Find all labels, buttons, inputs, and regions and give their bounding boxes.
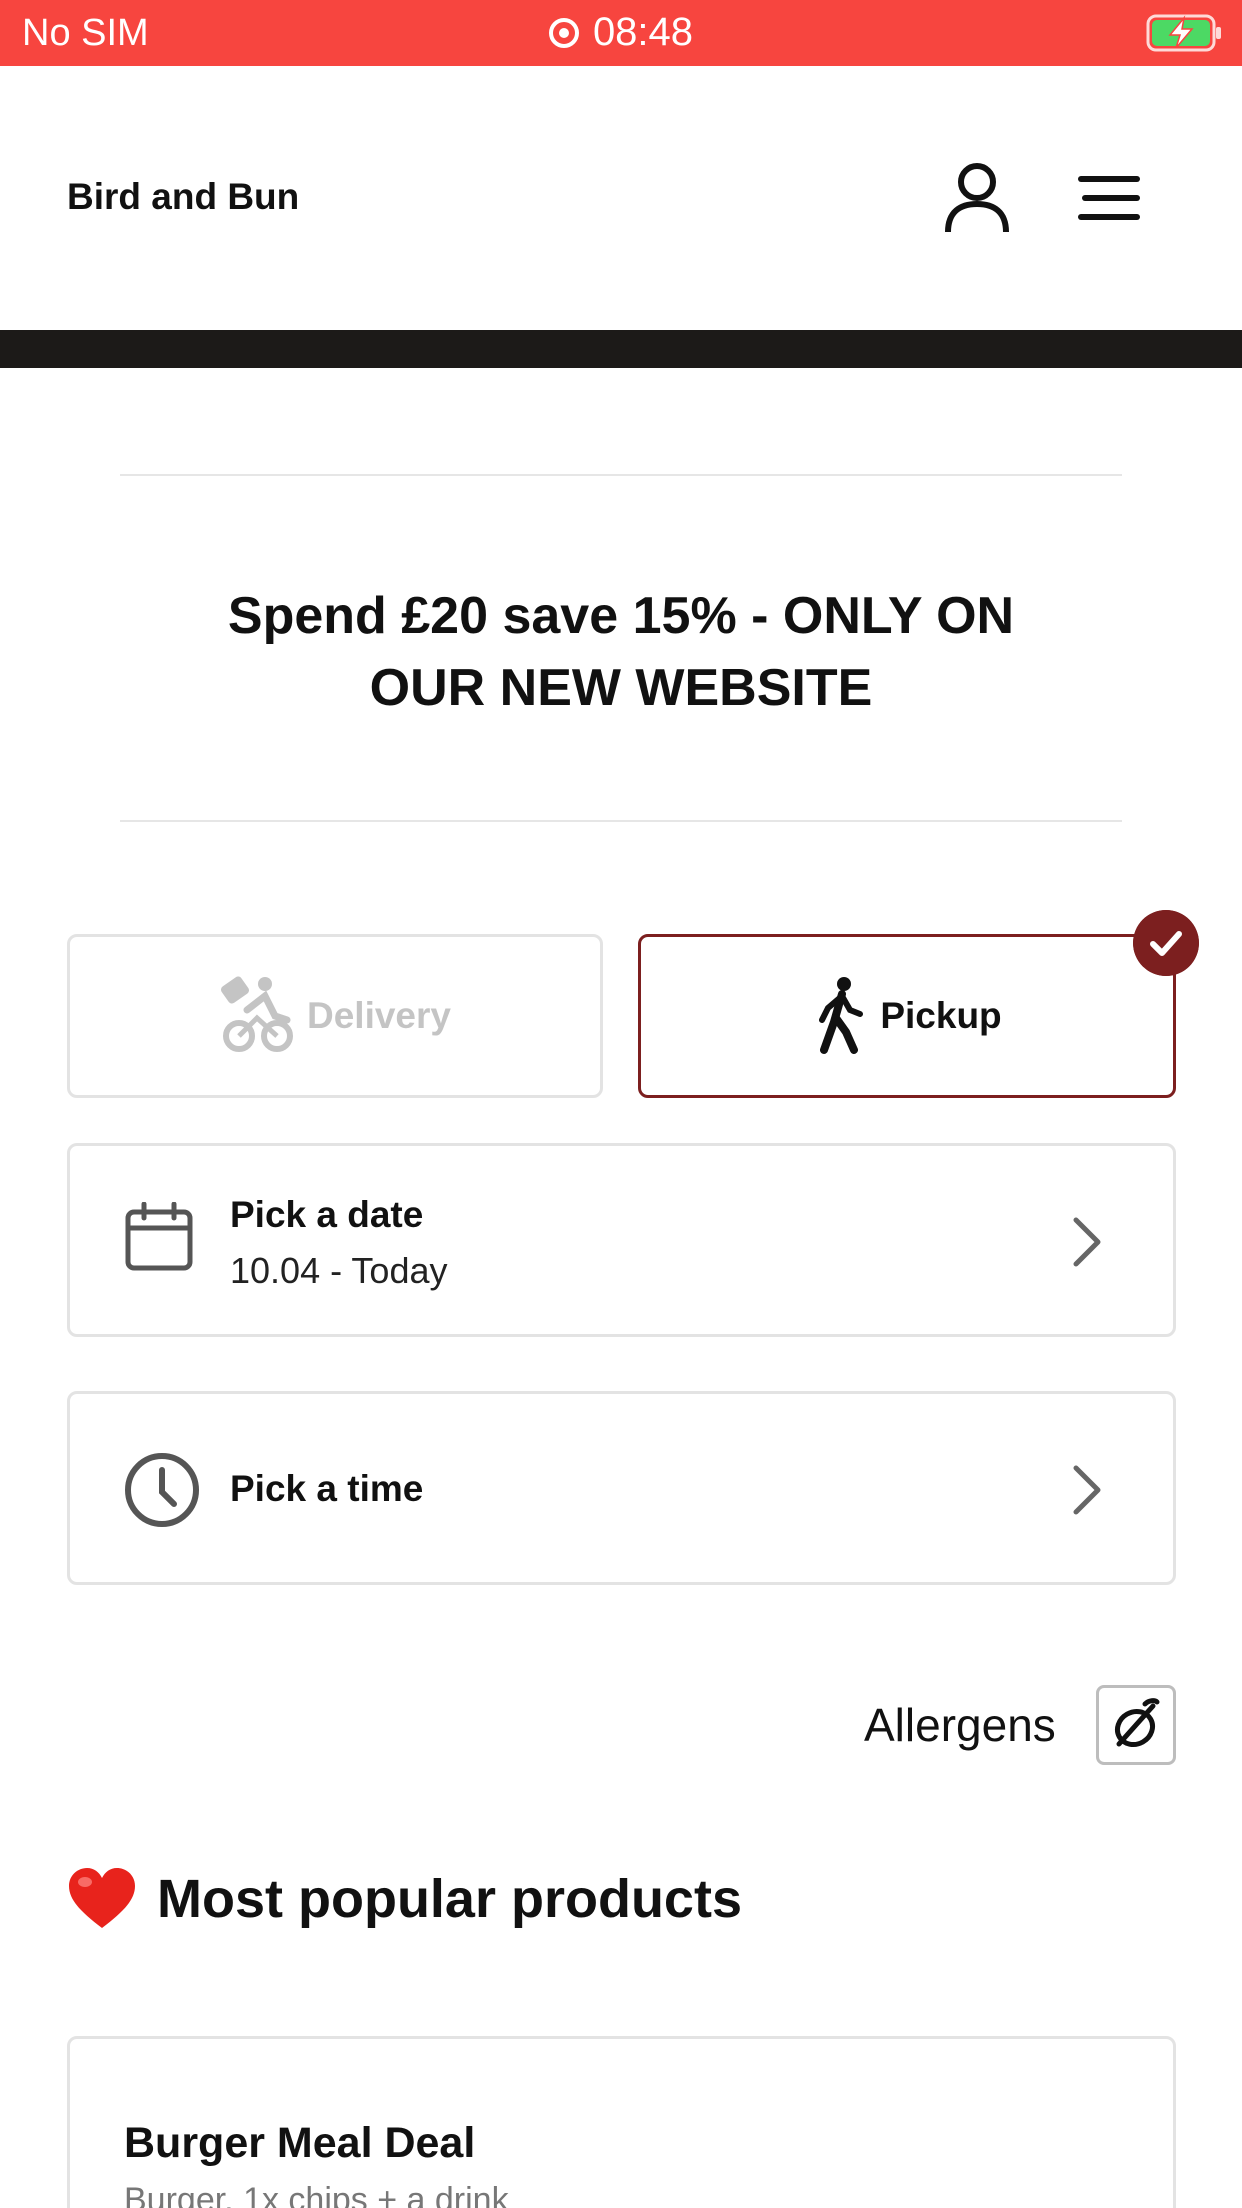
bicycle-icon [221, 976, 293, 1052]
delivery-label: Delivery [307, 995, 451, 1036]
menu-icon[interactable] [1078, 174, 1140, 222]
date-picker-title: Pick a date [230, 1194, 424, 1235]
site-header: Bird and Bun [0, 66, 1242, 330]
heart-icon [69, 1868, 135, 1928]
battery-charging-icon [1146, 14, 1221, 52]
time-picker-title: Pick a time [230, 1468, 424, 1509]
clock-label: 08:48 [592, 10, 694, 54]
walking-icon [819, 977, 864, 1054]
status-bar: No SIM 08:48 [0, 0, 1242, 66]
product-card[interactable]: Burger Meal Deal Burger, 1x chips + a dr… [67, 2036, 1176, 2208]
chevron-right-icon [1073, 1217, 1101, 1267]
delivery-option-button[interactable]: Delivery [67, 934, 603, 1098]
section-title-text: Most popular products [157, 1869, 742, 1929]
time-picker-button[interactable]: Pick a time [67, 1391, 1176, 1585]
date-picker-value: 10.04 - Today [230, 1250, 448, 1291]
status-time: 08:48 [0, 10, 1242, 55]
promo-banner: Spend £20 save 15% - ONLY ON OUR NEW WEB… [120, 580, 1122, 724]
hero-banner-image [0, 330, 1242, 368]
pickup-option-button[interactable]: Pickup [638, 934, 1176, 1098]
clock-icon [125, 1453, 199, 1527]
recording-icon [548, 18, 579, 48]
promo-divider-bottom [120, 820, 1122, 822]
calendar-icon [125, 1202, 193, 1271]
promo-divider-top [120, 474, 1122, 476]
allergens-label[interactable]: Allergens [864, 1698, 1056, 1752]
allergen-nut-icon [1114, 1698, 1160, 1748]
product-description: Burger, 1x chips + a drink [124, 2181, 509, 2208]
chevron-right-icon [1073, 1465, 1101, 1515]
product-name: Burger Meal Deal [124, 2119, 476, 2167]
selected-check-icon [1133, 910, 1199, 976]
section-title-popular: Most popular products [67, 1866, 742, 1932]
user-icon[interactable] [944, 162, 1010, 234]
allergens-button[interactable] [1096, 1685, 1176, 1765]
promo-line-2: OUR NEW WEBSITE [369, 659, 873, 717]
date-picker-button[interactable]: Pick a date 10.04 - Today [67, 1143, 1176, 1337]
promo-line-1: Spend £20 save 15% - ONLY ON [227, 587, 1015, 645]
pickup-label: Pickup [880, 995, 1002, 1036]
brand-name[interactable]: Bird and Bun [67, 176, 299, 218]
